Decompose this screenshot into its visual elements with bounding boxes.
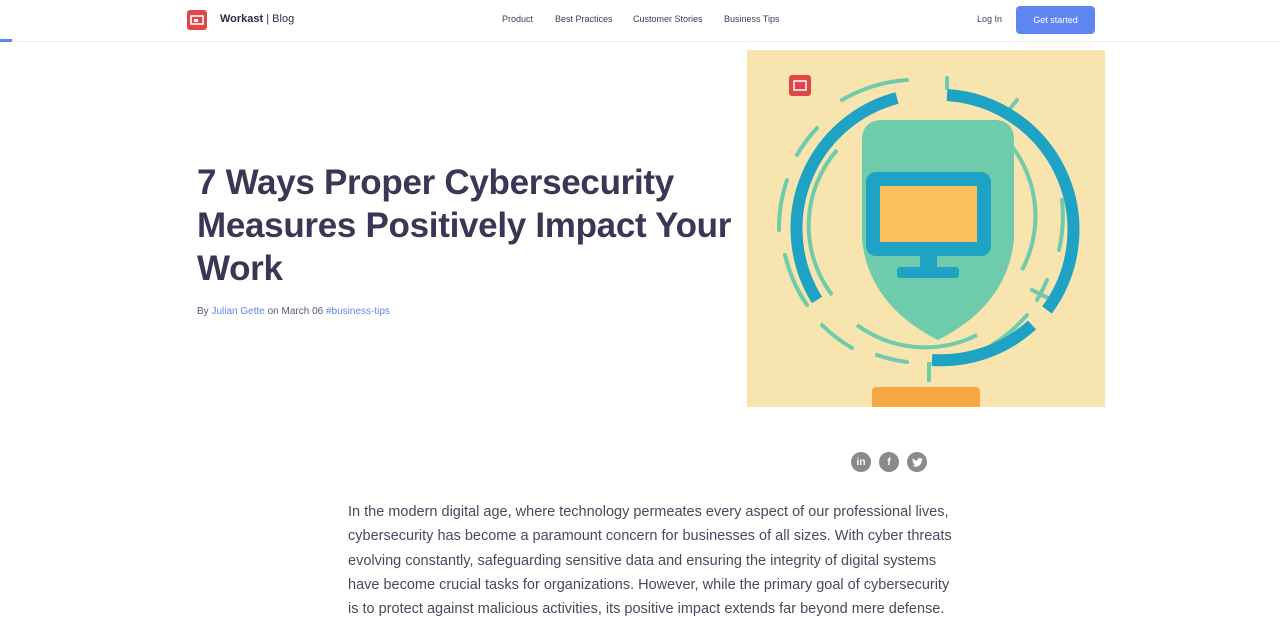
article-title: 7 Ways Proper Cybersecurity Measures Pos… xyxy=(197,163,732,288)
twitter-share-button[interactable] xyxy=(907,452,927,472)
linkedin-share-button[interactable]: in xyxy=(851,452,871,472)
illustration-logo-icon xyxy=(789,75,811,96)
nav-product[interactable]: Product xyxy=(502,14,533,24)
get-started-button[interactable]: Get started xyxy=(1016,6,1095,34)
site-header: Workast | Blog Product Best Practices Cu… xyxy=(0,0,1280,42)
twitter-icon xyxy=(911,457,923,467)
linkedin-icon: in xyxy=(856,456,866,468)
login-link[interactable]: Log In xyxy=(977,14,1002,24)
facebook-icon: f xyxy=(887,456,891,468)
article-meta: By Julian Gette on March 06 #business-ti… xyxy=(197,306,390,317)
brand-title[interactable]: Workast | Blog xyxy=(220,13,294,25)
workast-logo-icon[interactable] xyxy=(187,10,207,30)
nav-best-practices[interactable]: Best Practices xyxy=(555,14,613,24)
nav-business-tips[interactable]: Business Tips xyxy=(724,14,780,24)
brand-suffix: | Blog xyxy=(263,13,295,25)
facebook-share-button[interactable]: f xyxy=(879,452,899,472)
tag-link[interactable]: #business-tips xyxy=(326,306,390,317)
hero-illustration xyxy=(747,50,1105,407)
reading-progress-bar xyxy=(0,39,12,42)
nav-customer-stories[interactable]: Customer Stories xyxy=(633,14,703,24)
brand-name: Workast xyxy=(220,13,264,25)
meta-date: on March 06 xyxy=(264,306,326,317)
meta-by: By xyxy=(197,306,212,317)
article-intro-paragraph: In the modern digital age, where technol… xyxy=(348,504,952,617)
author-link[interactable]: Julian Gette xyxy=(211,306,264,317)
